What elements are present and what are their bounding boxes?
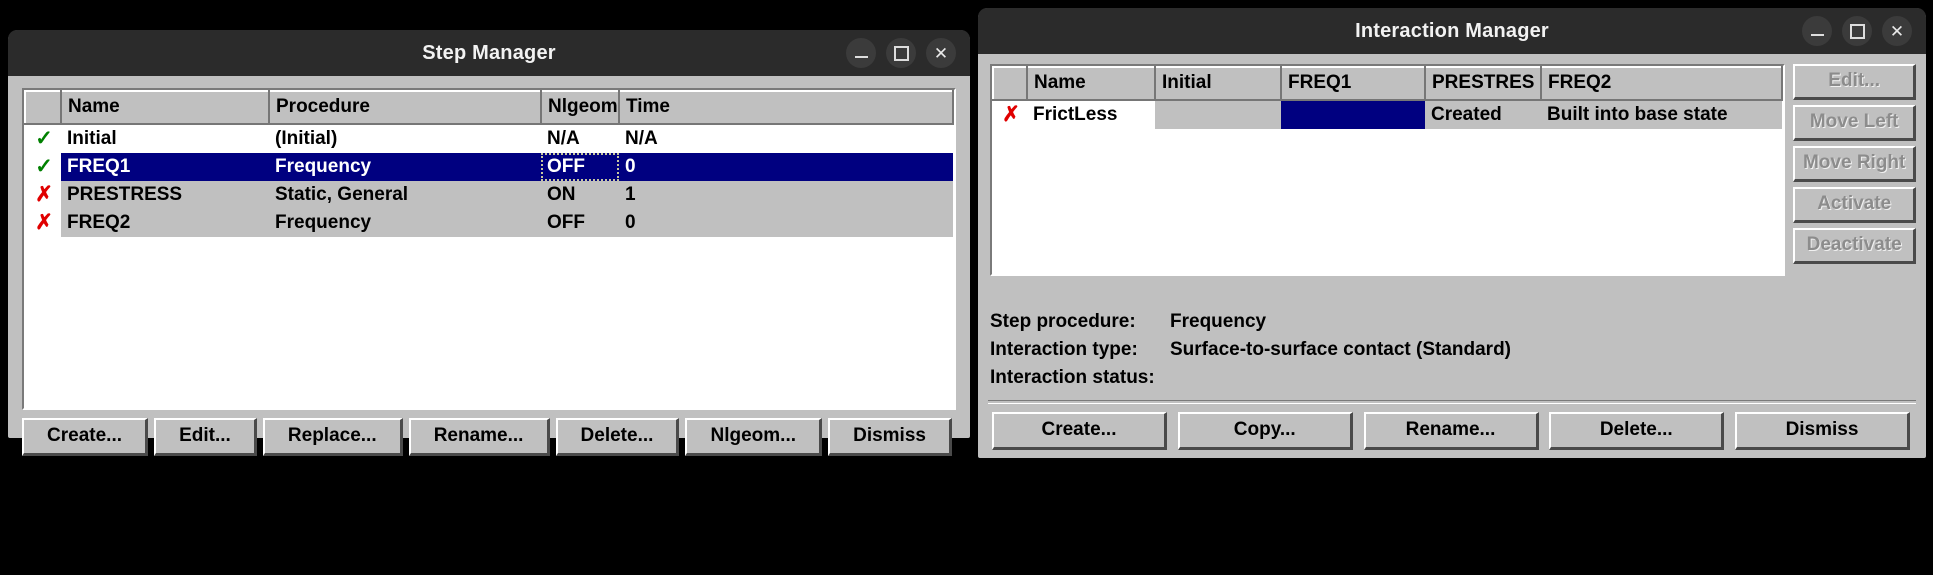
row-status-icon-cross: ✗ <box>993 100 1027 129</box>
rename-button[interactable]: Rename... <box>408 418 550 456</box>
step-col-procedure[interactable]: Procedure <box>268 90 542 125</box>
interaction-list[interactable]: Name Initial FREQ1 PRESTRES FREQ2 ✗ Fric… <box>990 64 1786 276</box>
interaction-manager-window: Interaction Manager ✕ Name Initial FREQ1… <box>978 8 1926 458</box>
row-freq2: Built into base state <box>1541 100 1783 129</box>
row-name: Initial <box>61 124 269 153</box>
dismiss-button[interactable]: Dismiss <box>1735 412 1910 450</box>
interaction-type-label: Interaction type: <box>990 339 1138 360</box>
step-table-header-row: Name Procedure Nlgeom Time <box>24 90 954 125</box>
table-row[interactable]: ✗ FREQ2 Frequency OFF 0 <box>25 209 953 237</box>
interaction-col-prestress[interactable]: PRESTRES <box>1424 66 1542 101</box>
row-nlgeom: ON <box>541 181 619 209</box>
interaction-table-header-row: Name Initial FREQ1 PRESTRES FREQ2 <box>992 66 1784 101</box>
row-name: FrictLess <box>1027 100 1155 129</box>
row-status-icon-check: ✓ <box>25 124 61 153</box>
step-col-status[interactable] <box>24 90 62 125</box>
row-time: N/A <box>619 124 953 153</box>
interaction-info-panel: Step procedure: Frequency Interaction ty… <box>990 308 1914 392</box>
row-procedure: Frequency <box>269 153 541 181</box>
row-initial <box>1155 100 1281 129</box>
delete-button[interactable]: Delete... <box>1549 412 1725 450</box>
minimize-icon[interactable] <box>1802 16 1832 46</box>
copy-button[interactable]: Copy... <box>1177 412 1353 450</box>
close-icon[interactable]: ✕ <box>1882 16 1912 46</box>
step-manager-window: Step Manager ✕ Name Procedure Nlgeom Tim… <box>8 30 970 456</box>
interaction-col-freq2[interactable]: FREQ2 <box>1539 66 1784 101</box>
row-procedure: (Initial) <box>269 124 541 153</box>
deactivate-button[interactable]: Deactivate <box>1793 228 1916 264</box>
step-table: Name Procedure Nlgeom Time ✓ Initial (In… <box>24 90 954 237</box>
table-row[interactable]: ✓ Initial (Initial) N/A N/A <box>25 124 953 153</box>
create-button[interactable]: Create... <box>992 412 1167 450</box>
interaction-manager-button-bar: Create... Copy... Rename... Delete... Di… <box>992 412 1910 450</box>
row-freq1[interactable] <box>1281 100 1425 129</box>
desktop: Step Manager ✕ Name Procedure Nlgeom Tim… <box>0 0 1933 575</box>
interaction-status-line: Interaction status: <box>990 364 1914 392</box>
minimize-icon[interactable] <box>846 38 876 68</box>
step-list[interactable]: Name Procedure Nlgeom Time ✓ Initial (In… <box>22 88 956 410</box>
step-procedure-line: Step procedure: Frequency <box>990 308 1914 336</box>
row-status-icon-check: ✓ <box>25 153 61 181</box>
table-row[interactable]: ✓ FREQ1 Frequency OFF 0 <box>25 153 953 181</box>
step-col-name[interactable]: Name <box>60 90 270 125</box>
activate-button[interactable]: Activate <box>1793 187 1916 223</box>
step-col-nlgeom[interactable]: Nlgeom <box>540 90 620 125</box>
step-col-time[interactable]: Time <box>618 90 954 125</box>
table-row[interactable]: ✗ FrictLess Created Built into base stat… <box>993 100 1783 129</box>
maximize-icon[interactable] <box>886 38 916 68</box>
row-status-icon-cross: ✗ <box>25 181 61 209</box>
edit-button[interactable]: Edit... <box>154 418 257 456</box>
row-procedure: Frequency <box>269 209 541 237</box>
interaction-manager-titlebar[interactable]: Interaction Manager ✕ <box>978 8 1926 54</box>
row-status-icon-cross: ✗ <box>25 209 61 237</box>
step-manager-button-bar: Create... Edit... Replace... Rename... D… <box>22 418 953 456</box>
edit-button[interactable]: Edit... <box>1793 64 1916 100</box>
interaction-manager-top: Name Initial FREQ1 PRESTRES FREQ2 ✗ Fric… <box>990 64 1916 276</box>
row-nlgeom: OFF <box>541 209 619 237</box>
interaction-col-name[interactable]: Name <box>1026 66 1156 101</box>
step-procedure-value: Frequency <box>1170 311 1267 332</box>
row-time: 1 <box>619 181 953 209</box>
step-manager-titlebar[interactable]: Step Manager ✕ <box>8 30 970 76</box>
row-time: 0 <box>619 209 953 237</box>
move-left-button[interactable]: Move Left <box>1793 105 1916 141</box>
step-procedure-label: Step procedure: <box>990 311 1136 332</box>
interaction-col-status[interactable] <box>992 66 1028 101</box>
interaction-col-freq1[interactable]: FREQ1 <box>1280 66 1426 101</box>
create-button[interactable]: Create... <box>22 418 149 456</box>
row-procedure: Static, General <box>269 181 541 209</box>
row-name: PRESTRESS <box>61 181 269 209</box>
interaction-col-initial[interactable]: Initial <box>1154 66 1282 101</box>
nlgeom-button[interactable]: Nlgeom... <box>685 418 823 456</box>
interaction-side-button-bar: Edit... Move Left Move Right Activate De… <box>1793 64 1916 276</box>
step-manager-window-controls: ✕ <box>846 38 956 68</box>
interaction-type-value: Surface-to-surface contact (Standard) <box>1170 339 1512 360</box>
row-name: FREQ2 <box>61 209 269 237</box>
row-prestress: Created <box>1425 100 1541 129</box>
rename-button[interactable]: Rename... <box>1363 412 1539 450</box>
table-row[interactable]: ✗ PRESTRESS Static, General ON 1 <box>25 181 953 209</box>
interaction-table: Name Initial FREQ1 PRESTRES FREQ2 ✗ Fric… <box>992 66 1784 129</box>
close-icon[interactable]: ✕ <box>926 38 956 68</box>
dismiss-button[interactable]: Dismiss <box>828 418 953 456</box>
replace-button[interactable]: Replace... <box>262 418 403 456</box>
delete-button[interactable]: Delete... <box>555 418 680 456</box>
row-time: 0 <box>619 153 953 181</box>
row-name: FREQ1 <box>61 153 269 181</box>
step-manager-title: Step Manager <box>422 41 556 64</box>
move-right-button[interactable]: Move Right <box>1793 146 1916 182</box>
interaction-type-line: Interaction type: Surface-to-surface con… <box>990 336 1914 364</box>
interaction-status-label: Interaction status: <box>990 367 1155 388</box>
row-nlgeom: N/A <box>541 124 619 153</box>
separator <box>988 400 1916 404</box>
interaction-manager-title: Interaction Manager <box>1355 19 1549 42</box>
maximize-icon[interactable] <box>1842 16 1872 46</box>
row-nlgeom[interactable]: OFF <box>541 153 619 181</box>
interaction-manager-window-controls: ✕ <box>1802 16 1912 46</box>
